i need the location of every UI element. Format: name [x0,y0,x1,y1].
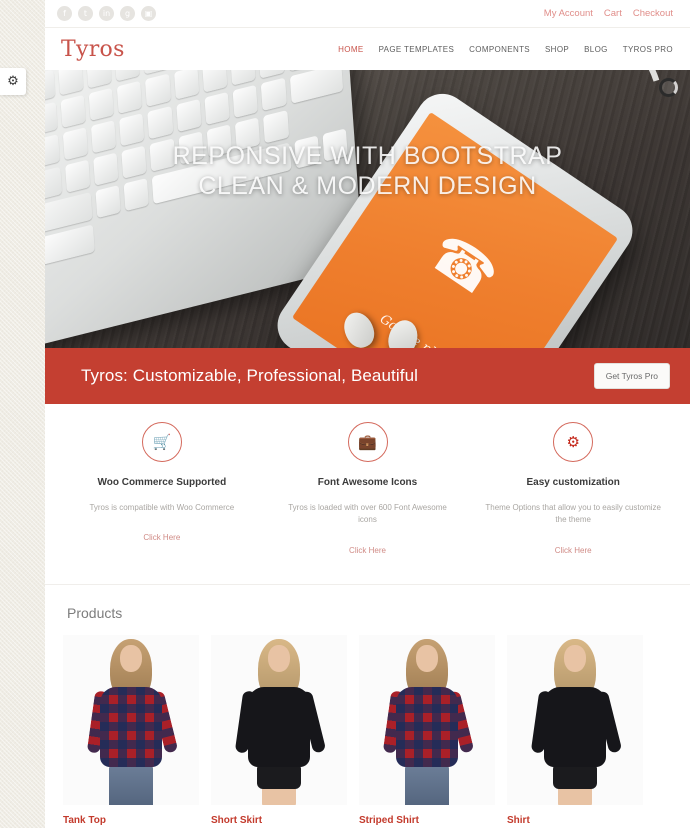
nav-item-components[interactable]: COMPONENTS [469,45,530,54]
cart-link[interactable]: Cart [604,8,622,19]
twitter-icon[interactable]: t [78,6,93,21]
my-account-link[interactable]: My Account [544,8,593,19]
feature-font-awesome: 💼 Font Awesome Icons Tyros is loaded wit… [265,422,471,558]
product-image[interactable] [507,634,643,805]
hero-image: ☎ Google play [45,70,690,348]
promo-text: Tyros: Customizable, Professional, Beaut… [81,366,418,385]
feature-title: Easy customization [526,477,620,488]
feature-description: Tyros is loaded with over 600 Font Aweso… [288,503,447,525]
product-title[interactable]: Striped Shirt [359,815,495,826]
nav-item-tyros-pro[interactable]: TYROS PRO [623,45,673,54]
product-title[interactable]: Tank Top [63,815,199,826]
briefcase-icon[interactable]: 💼 [347,422,388,462]
feature-description: Tyros is compatible with Woo Commerce [89,503,235,512]
feature-title: Woo Commerce Supported [97,477,227,488]
linkedin-icon[interactable]: in [99,6,114,21]
checkout-link[interactable]: Checkout [633,8,673,19]
product-image[interactable] [211,634,347,805]
main-navigation: HOME PAGE TEMPLATES COMPONENTS SHOP BLOG… [338,45,673,54]
site-header: Tyros HOME PAGE TEMPLATES COMPONENTS SHO… [45,28,690,70]
feature-easy-customization: ⚙ Easy customization Theme Options that … [470,422,676,558]
feature-description: Theme Options that allow you to easily c… [485,503,661,525]
gear-icon: ⚙ [7,74,19,89]
products-heading: Products [67,604,123,621]
headphones-icon: ☎ [418,220,510,311]
nav-item-shop[interactable]: SHOP [545,45,569,54]
shopping-cart-icon[interactable]: 🛒 [141,422,182,462]
nav-item-home[interactable]: HOME [338,45,363,54]
product-card[interactable]: Striped Shirt £19.99 [359,634,495,828]
product-title[interactable]: Shirt [507,815,643,826]
get-tyros-pro-button[interactable]: Get Tyros Pro [593,363,670,389]
social-links: f t in g ▣ [57,6,156,21]
product-carousel: Tank Top £20.00£10.00 Short Skirt £49.99… [63,634,672,828]
features-section: 🛒 Woo Commerce Supported Tyros is compat… [45,404,690,584]
product-title[interactable]: Short Skirt [211,815,347,826]
feature-woocommerce: 🛒 Woo Commerce Supported Tyros is compat… [59,422,265,558]
facebook-icon[interactable]: f [57,6,72,21]
feature-title: Font Awesome Icons [317,477,418,488]
product-card[interactable]: Tank Top £20.00£10.00 [63,634,199,828]
site-logo[interactable]: Tyros [61,37,125,62]
promo-banner: Tyros: Customizable, Professional, Beaut… [45,348,690,404]
googleplus-icon[interactable]: g [120,6,135,21]
theme-options-tab[interactable]: ⚙ [0,68,26,95]
top-bar: f t in g ▣ My Account Cart Checkout [45,0,690,28]
product-image[interactable] [359,634,495,805]
hero-slider[interactable]: ☎ Google play REPONSIVE WITH BOOTSTRAP C… [45,70,690,348]
product-card[interactable]: Shirt £29.99£24.99 [507,634,643,828]
nav-item-blog[interactable]: BLOG [584,45,608,54]
site-wrapper: f t in g ▣ My Account Cart Checkout Tyro… [45,0,690,828]
feature-click-here-link[interactable]: Click Here [555,546,592,555]
loading-spinner-icon[interactable] [659,78,678,97]
feature-click-here-link[interactable]: Click Here [349,546,386,555]
cogs-icon[interactable]: ⚙ [553,422,594,462]
feature-click-here-link[interactable]: Click Here [143,533,180,542]
account-links: My Account Cart Checkout [544,8,673,19]
products-section: Products Tank Top £20.00£10.00 [45,583,690,828]
product-card[interactable]: Short Skirt £49.99£39.99 [211,634,347,828]
instagram-icon[interactable]: ▣ [141,6,156,21]
nav-item-page-templates[interactable]: PAGE TEMPLATES [379,45,455,54]
product-image[interactable] [63,634,199,805]
